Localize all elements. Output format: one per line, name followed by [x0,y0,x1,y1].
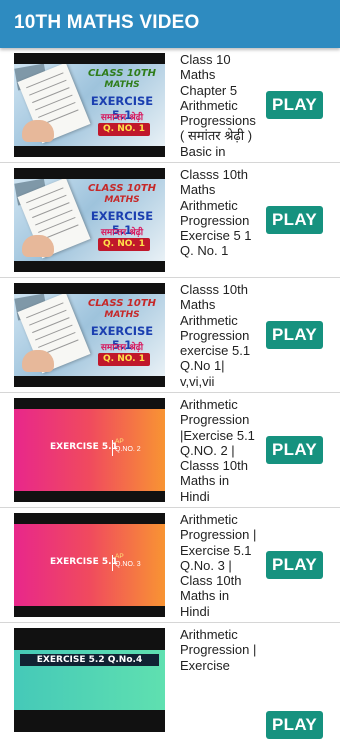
video-list-item[interactable]: CLASS 10TH MATHS EXERCISE 5.1 समान्तर श्… [0,48,340,163]
thumb-subject-text: MATHS [104,195,140,205]
video-thumbnail[interactable]: CLASS 10TH MATHS EXERCISE 5.1 समान्तर श्… [14,53,165,157]
video-list-item[interactable]: EXERCISE 5.1 AP Q.NO. 2 Arithmetic Progr… [0,393,340,508]
thumb-topic-text: समान्तर श्रेढ़ी [100,113,144,123]
video-thumbnail[interactable]: EXERCISE 5.1 AP Q.NO. 2 [14,398,165,502]
thumb-subject-text: MATHS [104,310,140,320]
video-list-item[interactable]: CLASS 10TH MATHS EXERCISE 5.1 समान्तर श्… [0,163,340,278]
play-button[interactable]: PLAY [266,436,323,464]
play-button[interactable]: PLAY [266,551,323,579]
thumb-topic-text: समान्तर श्रेढ़ी [100,343,144,353]
play-button[interactable]: PLAY [266,711,323,739]
video-thumbnail[interactable]: EXERCISE 5.1 AP Q.NO. 3 [14,513,165,617]
video-thumbnail[interactable]: EXERCISE 5.2 Q.No.4 [14,628,165,732]
thumb-class-text: CLASS 10TH [87,68,157,79]
thumb-class-text: CLASS 10TH [87,298,157,309]
video-title: Arithmetic Progression | Exercise 5.1 Q.… [180,512,257,619]
video-title: Classs 10th Maths Arithmetic Progression… [180,167,252,259]
video-list-item[interactable]: CLASS 10TH MATHS EXERCISE 5.1 समान्तर श्… [0,278,340,393]
thumb-qno-text: Q. NO. 1 [98,238,150,251]
video-list-item[interactable]: EXERCISE 5.2 Q.No.4 Arithmetic Progressi… [0,623,340,739]
thumb-ap-text: AP [115,438,124,445]
app-bar: 10TH MATHS VIDEO [0,0,340,48]
thumb-qno-text: Q. NO. 1 [98,123,150,136]
thumb-topic-text: समान्तर श्रेढ़ी [100,228,144,238]
thumb-ap-text: AP [115,553,124,560]
app-title: 10TH MATHS VIDEO [14,12,200,33]
video-title: Class 10 Maths Chapter 5 Arithmetic Prog… [180,52,256,159]
video-title: Arithmetic Progression |Exercise 5.1 Q.N… [180,397,255,504]
play-button[interactable]: PLAY [266,91,323,119]
thumb-qno-text: Q. NO. 1 [98,353,150,366]
play-button[interactable]: PLAY [266,206,323,234]
thumb-exercise-text: EXERCISE 5.1 [50,557,118,567]
video-title: Classs 10th Maths Arithmetic Progression… [180,282,251,389]
thumb-class-text: CLASS 10TH [87,183,157,194]
video-thumbnail[interactable]: CLASS 10TH MATHS EXERCISE 5.1 समान्तर श्… [14,168,165,272]
video-title: Arithmetic Progression | Exercise [180,627,257,673]
thumb-qno-text: Q.NO. 3 [115,561,141,568]
thumb-subject-text: MATHS [104,80,140,90]
play-button[interactable]: PLAY [266,321,323,349]
thumb-exercise-text: EXERCISE 5.2 Q.No.4 [20,654,159,666]
video-list-item[interactable]: EXERCISE 5.1 AP Q.NO. 3 Arithmetic Progr… [0,508,340,623]
video-thumbnail[interactable]: CLASS 10TH MATHS EXERCISE 5.1 समान्तर श्… [14,283,165,387]
thumb-exercise-text: EXERCISE 5.1 [50,442,118,452]
thumb-qno-text: Q.NO. 2 [115,446,141,453]
